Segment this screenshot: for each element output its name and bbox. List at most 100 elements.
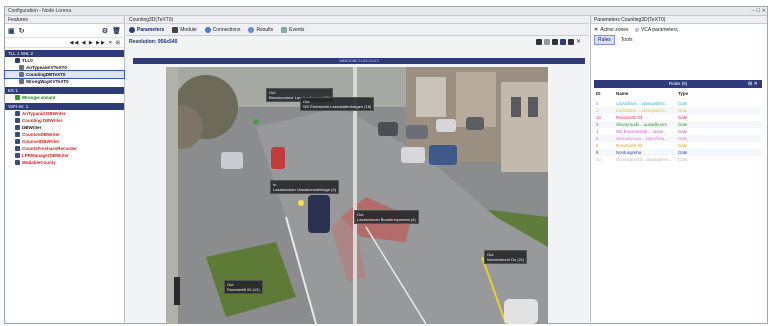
tree-item[interactable]: TLL0 (5, 57, 124, 64)
writer-icon (15, 132, 20, 138)
writer-list: AnTypanid DBWriter Counting DBWriter DBWri… (5, 110, 124, 166)
subtab-tools[interactable]: Tools (618, 36, 636, 44)
writer-icon (15, 118, 20, 124)
writer-icon (15, 139, 20, 145)
rule-type: Gate (678, 115, 688, 120)
rule-id: 8 (596, 143, 599, 148)
rule-type: Gate (678, 101, 688, 106)
writer-item-label: ModableCounty (22, 160, 56, 165)
writer-item[interactable]: AnTypanid DBWriter (5, 110, 124, 117)
rule-name: Nordungreha (616, 150, 642, 155)
node-icon (19, 72, 24, 78)
tree-item[interactable]: WrongWayKVTeXT0 (5, 78, 124, 85)
zone-label[interactable]: Out Lazasinonan Bundennymshat (4) (354, 210, 419, 224)
close-icon[interactable]: ✕ (576, 39, 582, 45)
writer-item[interactable]: CountsFreshassRecorder (5, 145, 124, 152)
grid-icon[interactable] (544, 38, 550, 45)
wrongway-event-item[interactable]: Wrongw ansant (5, 94, 124, 101)
tab-parameters[interactable]: Parameters (129, 26, 164, 33)
col-type[interactable]: Type (678, 91, 688, 96)
settings-icon[interactable]: ⚙ (102, 27, 108, 35)
rule-row[interactable]: 10 Nunnanpenha ..autarganhe... Gate (594, 156, 762, 163)
section-vofi[interactable]: VoFI ev: 1 (5, 103, 124, 110)
rule-id: 3 (596, 122, 599, 127)
event-icon (15, 95, 20, 101)
writer-item[interactable]: LPRManagerDBWriter (5, 152, 124, 159)
writer-icon (15, 153, 20, 159)
parameters-panel: Parameters Counting3D(TeXT0) ✕ Active zon… (590, 16, 767, 322)
module-tabs: Parameters Module Connections Results Ev… (126, 24, 589, 36)
writer-item-label: CountonDBWriter (22, 132, 60, 137)
writer-item[interactable]: CountonDBWriter (5, 131, 124, 138)
rule-row[interactable]: 1 Lazsafrant ... ulanupstbrd... Gate (594, 107, 762, 114)
rule-type: Gate (678, 122, 688, 127)
features-toolbar: ▣ ↻ ⚙ 🗑 (5, 24, 124, 38)
tll-tree: TLL0 AnTypeanKVTeXT0 CountingDBTeXT0 WrongW… (4, 57, 125, 85)
tab-active-zones[interactable]: ✕ Active zones (594, 27, 629, 33)
nav-arrows-icon[interactable]: ◀◀ ◀ ▶ ▶▶ ✕ ⊞ (70, 40, 121, 46)
tab-vca-parameters[interactable]: ◎ VCA parameters (635, 27, 678, 33)
rule-row[interactable]: 5 Wnkonkruwa ...sateuhlsa... Gate (594, 135, 762, 142)
rule-name: Lazsafrant ... ulanupstbrd... (616, 108, 669, 113)
writer-item-label: CounsetDBWriter (22, 139, 60, 144)
save-icon[interactable]: ▣ (8, 27, 15, 35)
subtab-rules[interactable]: Rules (594, 34, 615, 45)
zone-label[interactable]: Out W2 Eisensreta Lassnkaferdoegen (16) (300, 97, 375, 111)
rule-row[interactable]: 9 Nordungreha Gate (594, 149, 762, 156)
writer-item-label: AnTypanid DBWriter (22, 111, 66, 116)
writer-item[interactable]: ModableCounty (5, 159, 124, 166)
col-name[interactable]: Name (616, 91, 628, 96)
rule-row[interactable]: 4 W2 Eisenanstalt ... lasse... Gate (594, 128, 762, 135)
zone-label[interactable]: Out Nunaenbunh Dn (21) (484, 250, 528, 264)
rule-name: Shanbrauds ...ausadbrarm (616, 122, 667, 127)
rule-name: Roectanstl 03 (616, 115, 643, 120)
rule-type: Gate (678, 108, 688, 113)
rule-name: Roectanstl 02 (616, 143, 643, 148)
rule-name: Nunnanpenha ..autarganhe... (616, 157, 672, 162)
tab-module[interactable]: Module (172, 26, 197, 33)
writer-item[interactable]: Counting DBWriter (5, 117, 124, 124)
zone-label[interactable]: Out Roectanhll 00 (12) (224, 280, 263, 294)
parameter-tabs: ✕ Active zones ◎ VCA parameters (591, 24, 767, 35)
col-id[interactable]: ID (596, 91, 601, 96)
zones-icon: ✕ (594, 26, 599, 33)
writer-icon (15, 160, 20, 166)
refresh-icon[interactable]: ↻ (19, 27, 25, 35)
module-header: Counting3D(TeXT0) (126, 16, 589, 24)
rule-id: 13 (596, 115, 601, 120)
rules-toolbar-icons[interactable]: ⊞ ✕ (748, 81, 758, 87)
results-icon (248, 26, 255, 33)
rule-row[interactable]: 13 Roectanstl 03 Gate (594, 114, 762, 121)
pause-icon[interactable] (560, 38, 566, 45)
delete-icon[interactable]: 🗑 (112, 27, 121, 35)
rule-id: 4 (596, 129, 599, 134)
writer-item-label: LPRManagerDBWriter (22, 153, 69, 158)
camera-view[interactable]: Out Blanukondnor Lasnkeefuvgen (56)Out W… (166, 67, 548, 324)
rule-row[interactable]: 8 Roectanstl 02 Gate (594, 142, 762, 149)
tree-item[interactable]: AnTypeanKVTeXT0 (5, 64, 124, 71)
node-icon (19, 65, 24, 71)
connections-icon (204, 26, 211, 33)
tree-item-label: TLL0 (22, 58, 33, 63)
tree-item[interactable]: CountingDBTeXT0 (4, 70, 125, 79)
nav-toolbar: ◀◀ ◀ ▶ ▶▶ ✕ ⊞ (5, 38, 124, 48)
rule-id: 0 (596, 101, 599, 106)
writer-item[interactable]: CounsetDBWriter (5, 138, 124, 145)
section-es[interactable]: ES 1 (5, 87, 124, 94)
rule-row[interactable]: 0 Lazsafrant ... ulanupstbrd... Gate (594, 100, 762, 107)
features-header: Features (5, 16, 124, 24)
tab-events[interactable]: Events (281, 26, 304, 33)
camera-icon[interactable] (536, 38, 542, 45)
rule-id: 10 (596, 157, 601, 162)
tree-item-label: WrongWayKVTeXT0 (26, 79, 69, 84)
rule-id: 9 (596, 150, 599, 155)
window-controls[interactable]: − ☐ ✕ (752, 8, 766, 14)
writer-item[interactable]: DBWriter (5, 124, 124, 131)
tab-connections[interactable]: Connections (204, 26, 240, 33)
rule-row[interactable]: 3 Shanbrauds ...ausadbrarm Gate (594, 121, 762, 128)
section-tll[interactable]: TLL 1 NHL 2 (5, 50, 124, 57)
stop-icon[interactable] (552, 38, 558, 45)
zone-label[interactable]: In Lazasinonan Ulanakonsdmtlage (3) (270, 180, 339, 194)
play-icon[interactable] (568, 38, 574, 45)
tab-results[interactable]: Results (248, 26, 273, 33)
